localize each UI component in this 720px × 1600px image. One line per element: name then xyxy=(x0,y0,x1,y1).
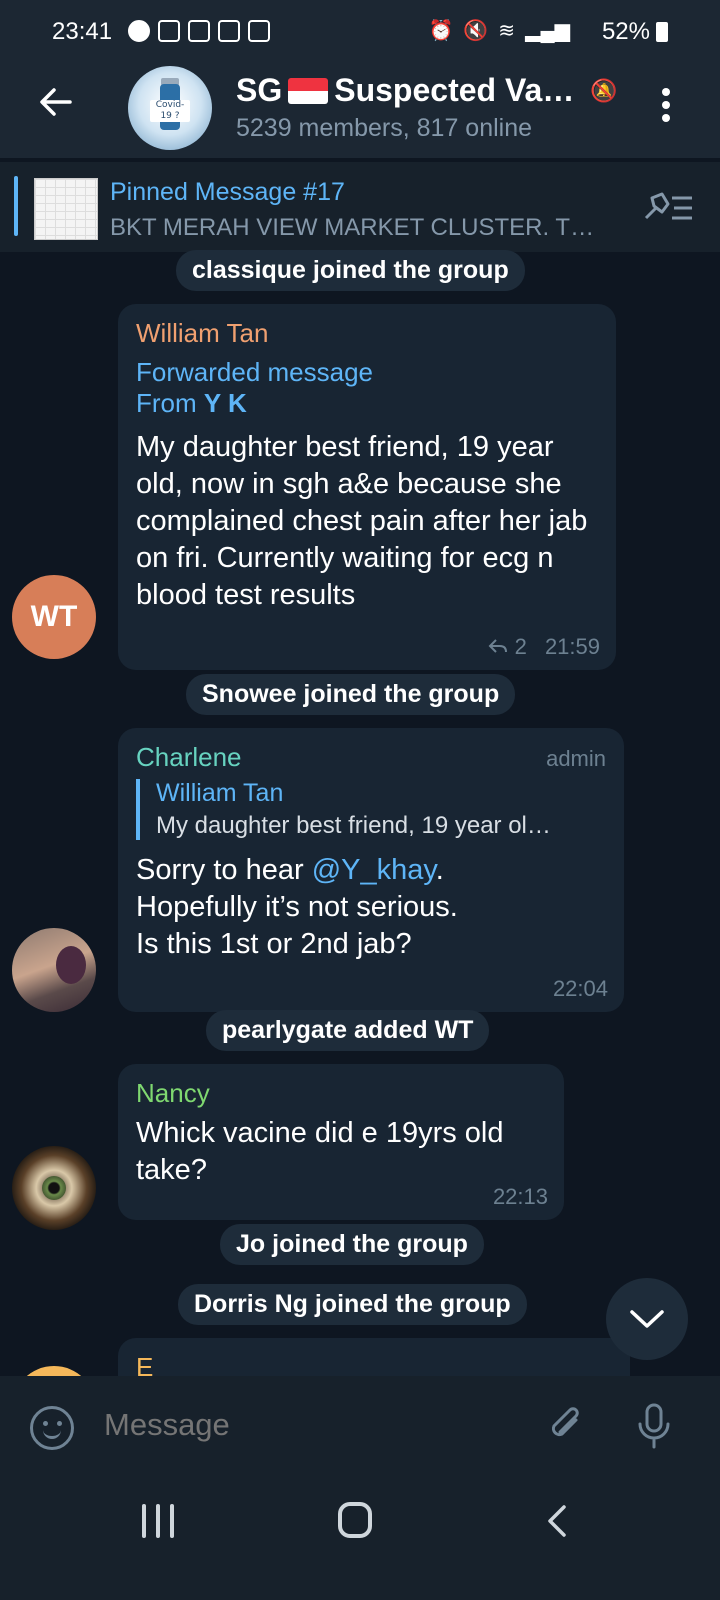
avatar-initials: WT xyxy=(30,600,78,633)
status-time: 23:41 xyxy=(52,18,113,45)
mute-status-icon: 🔇 xyxy=(463,20,489,42)
pinned-text: BKT MERAH VIEW MARKET CLUSTER. T… xyxy=(110,214,595,241)
back-nav-icon[interactable] xyxy=(544,1504,570,1538)
avatar[interactable] xyxy=(12,928,96,1012)
message-bubble[interactable]: Nancy Whick vacine did e 19yrs old take?… xyxy=(118,1064,564,1220)
pinned-title: Pinned Message #17 xyxy=(110,178,345,206)
message-time: 22:13 xyxy=(492,1184,548,1209)
service-message: classique joined the group xyxy=(176,250,525,291)
service-message: Snowee joined the group xyxy=(186,674,516,715)
chat-title[interactable]: SG Suspected Va… 🔕 xyxy=(236,72,618,109)
battery-icon xyxy=(656,22,668,42)
message-time: 22:04 xyxy=(552,976,608,1001)
avatar-figure xyxy=(56,946,86,984)
unpin-list-icon[interactable] xyxy=(640,190,696,226)
service-message: Dorris Ng joined the group xyxy=(178,1284,527,1325)
microphone-icon[interactable] xyxy=(636,1402,672,1450)
message-text: Whick vacine did e 19yrs old take? xyxy=(136,1117,504,1186)
eye-iris xyxy=(42,1176,66,1200)
title-prefix: SG xyxy=(236,72,283,108)
message-composer xyxy=(0,1376,720,1474)
message-bubble[interactable]: Charlene admin William Tan My daughter b… xyxy=(118,728,624,1012)
forwarded-from[interactable]: From Y K xyxy=(136,388,598,419)
service-message: pearlygate added WT xyxy=(206,1010,490,1051)
admin-badge: admin xyxy=(546,746,606,771)
muted-icon: 🔕 xyxy=(590,77,618,103)
system-icons: ⏰ 🔇 ≋ ▂▄▆ xyxy=(428,18,570,43)
title-rest: Suspected Va… xyxy=(334,72,575,108)
chat-subtitle: 5239 members, 817 online xyxy=(236,114,533,142)
scroll-to-bottom-button[interactable] xyxy=(606,1278,688,1360)
alarm-icon: ⏰ xyxy=(428,20,454,42)
reply-text: My daughter best friend, 19 year ol… xyxy=(156,812,551,839)
service-message: Jo joined the group xyxy=(220,1224,484,1265)
message-text: Sorry to hear @Y_khay. Hopefully it’s no… xyxy=(136,852,606,963)
wifi-icon: ≋ xyxy=(498,20,516,42)
reply-sender: William Tan xyxy=(156,779,284,807)
forwarded-from-name: Y K xyxy=(203,388,247,418)
app-icon xyxy=(158,20,180,42)
text-part: . xyxy=(435,854,444,886)
reply-count-icon xyxy=(489,639,508,653)
sender-name[interactable]: Nancy xyxy=(136,1078,546,1109)
message-time: 21:59 xyxy=(544,634,600,659)
more-vertical-icon[interactable] xyxy=(662,88,670,122)
reply-preview[interactable]: William Tan My daughter best friend, 19 … xyxy=(136,779,606,840)
group-avatar[interactable]: Covid-19 ? xyxy=(128,66,212,150)
home-icon[interactable] xyxy=(338,1502,372,1538)
forwarded-from-prefix: From xyxy=(136,388,204,418)
forwarded-label: Forwarded message xyxy=(136,357,373,387)
vial-label: Covid-19 ? xyxy=(150,100,190,122)
avatar[interactable] xyxy=(12,1146,96,1230)
text-line: Is this 1st or 2nd jab? xyxy=(136,928,412,960)
back-arrow-icon[interactable] xyxy=(36,82,76,122)
status-bar: 23:41 ⏰ 🔇 ≋ ▂▄▆ 52% xyxy=(0,0,720,52)
gallery-icon xyxy=(248,20,270,42)
text-line: Hopefully it’s not serious. xyxy=(136,891,458,923)
message-input[interactable] xyxy=(102,1406,526,1444)
attach-icon[interactable] xyxy=(546,1406,586,1446)
signal-icon: ▂▄▆ xyxy=(525,20,570,42)
singapore-flag-icon xyxy=(288,77,329,104)
facebook-icon xyxy=(128,20,150,42)
message-meta: 2 21:59 xyxy=(488,634,600,660)
text-part: Sorry to hear xyxy=(136,854,312,886)
pinned-thumbnail xyxy=(34,178,98,240)
mail-icon xyxy=(188,20,210,42)
chevron-down-icon xyxy=(630,1310,664,1328)
message-text: My daughter best friend, 19 year old, no… xyxy=(136,431,588,611)
reply-count[interactable]: 2 xyxy=(515,634,527,659)
mention-link[interactable]: @Y_khay xyxy=(312,854,436,886)
message-bubble[interactable]: William Tan Forwarded message From Y K M… xyxy=(118,304,616,670)
sender-name[interactable]: Charlene xyxy=(136,742,606,773)
pinned-indicator xyxy=(14,176,18,236)
emoji-icon[interactable] xyxy=(30,1406,74,1450)
recent-apps-icon[interactable] xyxy=(142,1504,174,1538)
avatar[interactable]: WT xyxy=(12,575,96,659)
notification-icons xyxy=(128,20,270,42)
pinned-message-bar[interactable]: Pinned Message #17 BKT MERAH VIEW MARKET… xyxy=(0,162,720,252)
sender-name[interactable]: William Tan xyxy=(136,318,598,349)
youtube-icon xyxy=(218,20,240,42)
chat-header: Covid-19 ? SG Suspected Va… 🔕 5239 membe… xyxy=(0,52,720,158)
system-navigation-bar xyxy=(0,1474,720,1600)
battery-percent: 52% xyxy=(601,18,650,45)
